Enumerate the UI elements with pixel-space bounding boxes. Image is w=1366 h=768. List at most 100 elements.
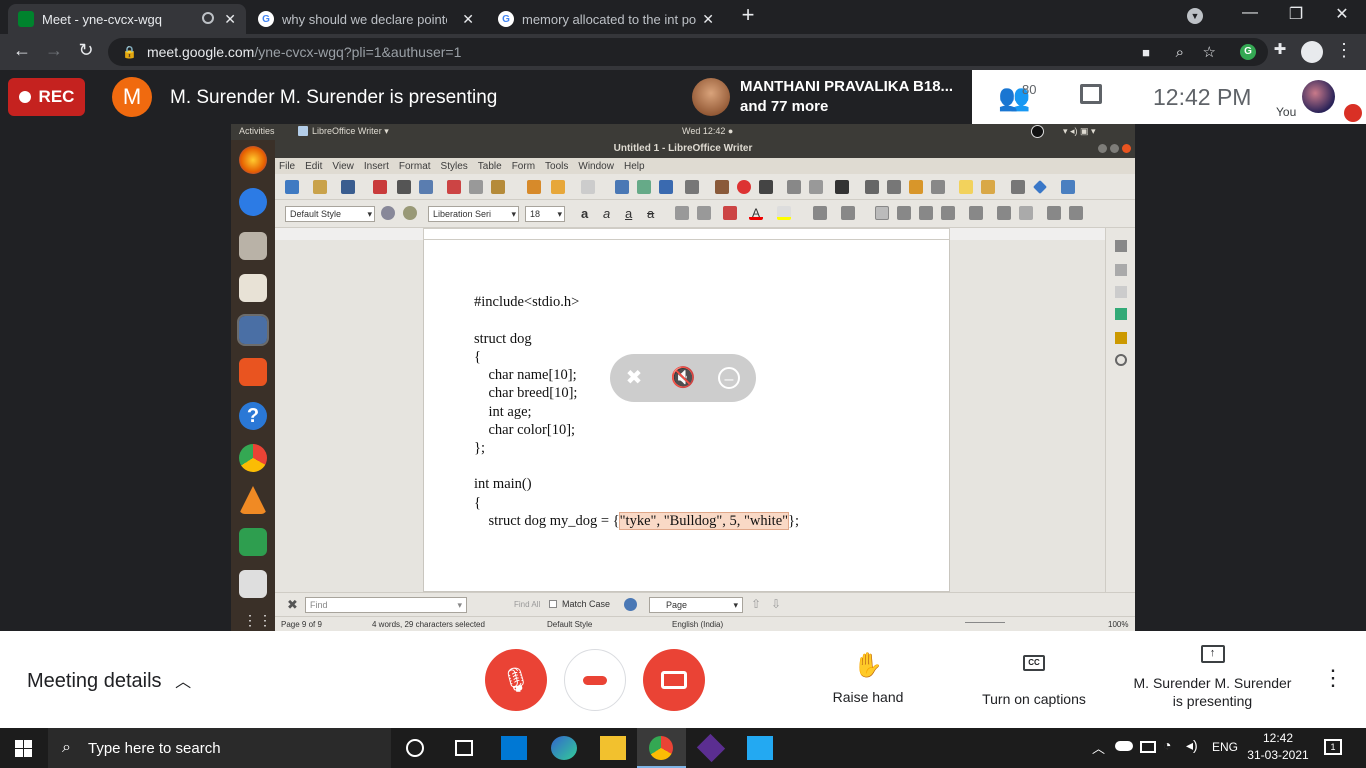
tab-pointer-search[interactable]: G why should we declare pointer a ✕ [248,4,484,34]
decrease-paragraph-spacing-icon[interactable] [1019,206,1033,220]
menu-format[interactable]: Format [399,161,431,172]
open-icon[interactable] [313,180,327,194]
comment-icon[interactable] [959,180,973,194]
writer-close-icon[interactable] [1122,144,1131,153]
special-character-icon[interactable] [835,180,849,194]
calc-icon[interactable] [239,528,267,556]
bold-icon[interactable]: a [581,206,595,221]
notification-center-icon[interactable]: 1 [1324,739,1342,755]
print-preview-icon[interactable] [419,180,433,194]
ubuntu-clock[interactable]: Wed 12:42 ● [682,126,733,136]
close-window-icon[interactable]: ✕ [1322,4,1362,24]
increase-indent-icon[interactable] [1047,206,1061,220]
cross-reference-icon[interactable] [931,180,945,194]
network-sound-power-icon[interactable]: ▾ ◂) ▣ ▾ [1063,126,1096,137]
cortana-icon[interactable] [406,739,424,757]
page-break-icon[interactable] [787,180,801,194]
files-icon[interactable] [239,232,267,260]
grammarly-extension-icon[interactable]: G [1240,44,1256,60]
sidebar-manage-changes-icon[interactable] [1115,354,1127,366]
italic-icon[interactable]: a [603,206,617,221]
vscode-icon[interactable] [747,736,773,760]
app-menu[interactable]: LibreOffice Writer ▾ [312,126,389,137]
sidebar-gallery-icon[interactable] [1115,308,1127,320]
remove-icon[interactable]: – [718,367,740,389]
tab-memory-search[interactable]: G memory allocated to the int poin ✕ [488,4,724,34]
new-style-icon[interactable] [403,206,417,220]
menu-edit[interactable]: Edit [305,161,322,172]
taskbar-clock[interactable]: 12:42 31-03-2021 [1246,731,1310,762]
close-tab-icon[interactable]: ✕ [224,11,236,28]
writer-launcher-icon[interactable] [237,314,269,346]
bullets-icon[interactable] [813,206,827,220]
footnote-icon[interactable] [887,180,901,194]
help-icon[interactable]: ? [239,402,267,430]
minimize-icon[interactable]: — [1230,4,1270,22]
insert-image-icon[interactable] [715,180,729,194]
thunderbird-icon[interactable] [239,188,267,216]
taskbar-search[interactable]: ⌕ Type here to search [48,728,391,768]
save-icon[interactable] [341,180,355,194]
find-input[interactable]: Find ▾ [305,597,467,613]
menu-form[interactable]: Form [512,161,535,172]
wifi-icon[interactable]: ◔ [1163,737,1171,753]
tab-meet[interactable]: Meet - yne-cvcx-wgq ✕ [8,4,246,34]
highlight-icon[interactable] [777,206,791,220]
back-icon[interactable]: ← [10,40,34,61]
more-options-icon[interactable]: ⋮ [1322,665,1344,691]
insert-field-icon[interactable] [809,180,823,194]
self-avatar[interactable] [1302,80,1335,113]
writer-minimize-icon[interactable] [1098,144,1107,153]
forward-icon[interactable]: → [42,40,66,61]
menu-window[interactable]: Window [578,161,614,172]
sidebar-properties-icon[interactable] [1115,240,1127,252]
insert-table-icon[interactable] [685,180,699,194]
task-view-icon[interactable] [455,740,473,756]
align-left-icon[interactable] [875,206,889,220]
insert-chart-icon[interactable] [737,180,751,194]
new-tab-button[interactable]: + [728,2,768,28]
copy-icon[interactable] [469,180,483,194]
zoom-slider[interactable] [965,622,1005,628]
menu-help[interactable]: Help [624,161,645,172]
mute-participant-icon[interactable]: 🔇 [670,365,696,391]
chrome-launcher-icon[interactable] [239,444,267,472]
close-tab-icon[interactable]: ✕ [462,11,474,28]
chrome-taskbar-item[interactable] [637,728,686,768]
superscript-icon[interactable] [675,206,689,220]
bookmark-icon[interactable] [909,180,923,194]
formatting-marks-icon[interactable] [659,180,673,194]
export-pdf-icon[interactable] [373,180,387,194]
basic-shapes-icon[interactable] [1033,180,1047,194]
captions-button[interactable]: CC Turn on captions [970,651,1098,707]
paste-icon[interactable] [491,180,505,194]
maximize-icon[interactable]: ❐ [1276,4,1316,24]
close-tab-icon[interactable]: ✕ [702,11,714,28]
font-size-select[interactable]: 18 ▾ [525,206,565,222]
justify-icon[interactable] [941,206,955,220]
bookmark-star-icon[interactable]: ☆ [1203,43,1216,61]
undo-icon[interactable] [551,180,565,194]
store-icon[interactable] [501,736,527,760]
insert-textbox-icon[interactable] [759,180,773,194]
align-right-icon[interactable] [919,206,933,220]
activities-button[interactable]: Activities [239,126,275,136]
vlc-icon[interactable] [239,486,267,514]
firefox-icon[interactable] [239,146,267,174]
raise-hand-button[interactable]: ✋ Raise hand [820,651,916,705]
sidebar-navigator-icon[interactable] [1115,332,1127,344]
menu-table[interactable]: Table [478,161,502,172]
zoom-icon[interactable]: ⌕ [1176,44,1184,61]
menu-styles[interactable]: Styles [441,161,468,172]
menu-insert[interactable]: Insert [364,161,389,172]
font-name-select[interactable]: Liberation Seri ▾ [428,206,519,222]
meeting-details-button[interactable]: Meeting details ︿ [27,668,191,693]
font-color-icon[interactable]: A [749,206,763,220]
print-icon[interactable] [397,180,411,194]
edge-icon[interactable] [551,736,577,760]
onedrive-icon[interactable] [1115,741,1133,751]
writer-maximize-icon[interactable] [1110,144,1119,153]
spelling-icon[interactable] [637,180,651,194]
menu-view[interactable]: View [332,161,354,172]
menu-tools[interactable]: Tools [545,161,568,172]
